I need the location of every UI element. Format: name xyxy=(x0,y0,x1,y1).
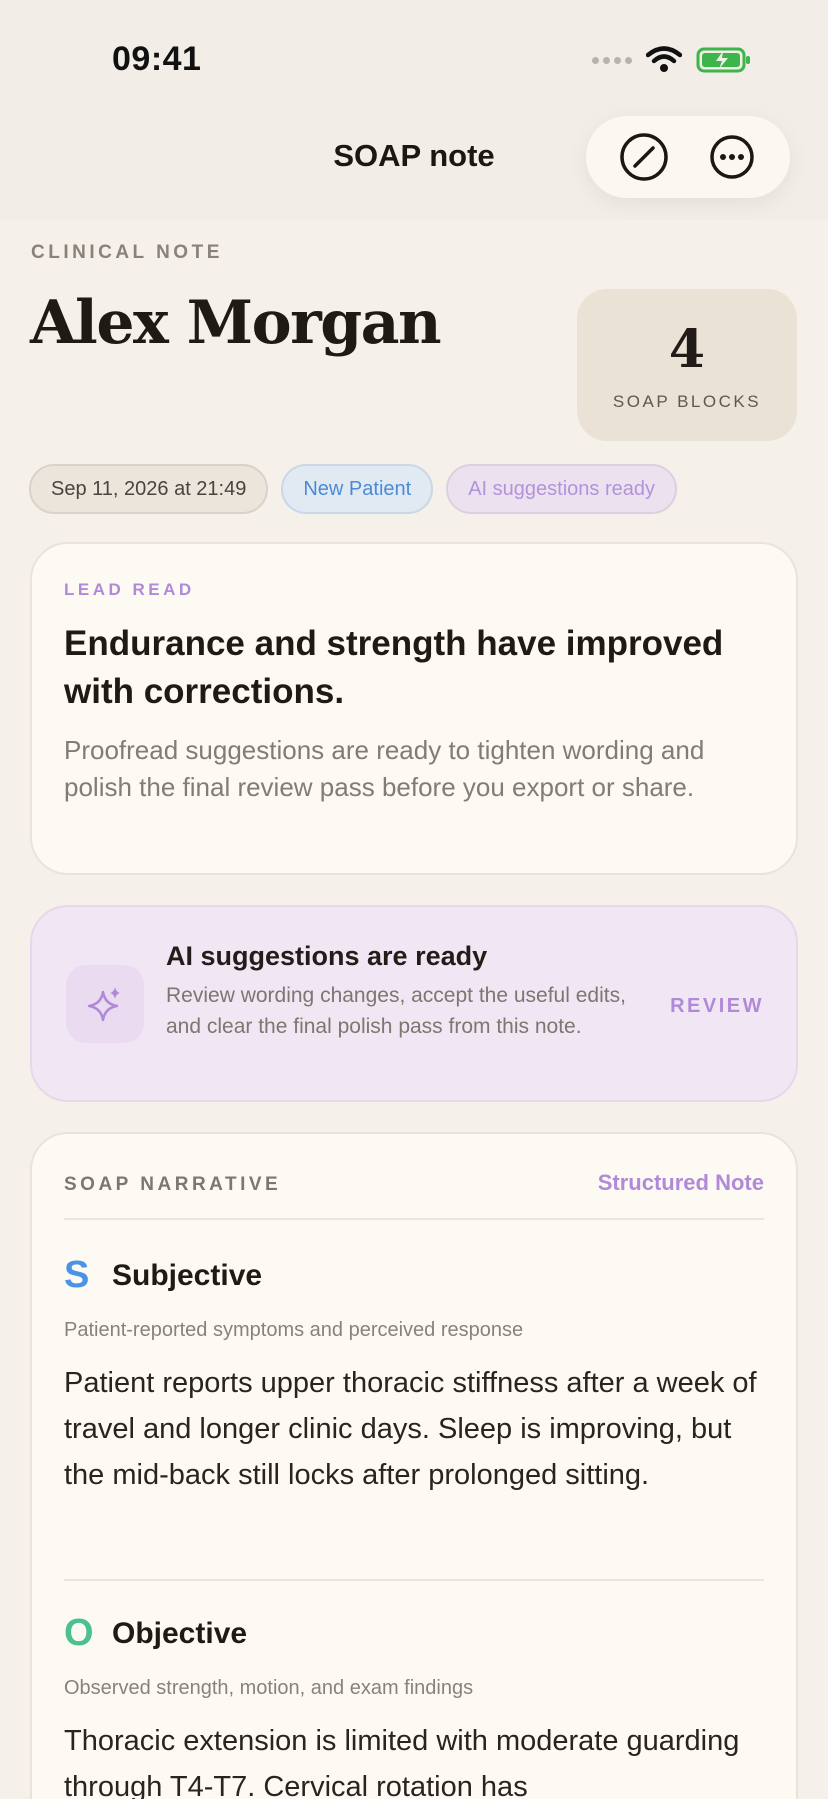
lead-body: Proofread suggestions are ready to tight… xyxy=(64,735,705,802)
soap-header: SOAP NARRATIVE Structured Note xyxy=(64,1170,764,1220)
status-icons xyxy=(592,44,752,76)
status-time: 09:41 xyxy=(112,40,202,78)
section-title: Objective xyxy=(112,1616,248,1650)
section-header: S Subjective xyxy=(64,1254,764,1297)
soap-section-objective[interactable]: O Objective Observed strength, motion, a… xyxy=(64,1612,764,1799)
section-divider xyxy=(64,1579,764,1581)
soap-blocks-label: SOAP BLOCKS xyxy=(612,391,762,411)
ellipsis-circle-icon xyxy=(710,135,754,179)
section-letter: S xyxy=(64,1254,90,1296)
ai-icon-tile xyxy=(66,965,144,1043)
ai-banner-body: Review wording changes, accept the usefu… xyxy=(166,984,626,1038)
ai-banner-title: AI suggestions are ready xyxy=(166,941,488,971)
note-chips: Sep 11, 2026 at 21:49 New Patient AI sug… xyxy=(29,464,677,514)
section-letter: O xyxy=(64,1612,94,1654)
section-subtitle: Observed strength, motion, and exam find… xyxy=(64,1677,474,1699)
nav-actions-pill xyxy=(586,116,790,198)
soap-blocks-counter: 4 SOAP BLOCKS xyxy=(577,289,797,441)
soap-narrative-card: SOAP NARRATIVE Structured Note S Subject… xyxy=(30,1132,798,1799)
section-body: Patient reports upper thoracic stiffness… xyxy=(64,1367,757,1491)
cellular-signal-icon xyxy=(592,56,632,64)
new-patient-chip[interactable]: New Patient xyxy=(281,464,434,514)
wifi-icon xyxy=(646,46,682,72)
more-button[interactable] xyxy=(702,127,762,187)
ai-suggestions-banner[interactable]: AI suggestions are ready Review wording … xyxy=(30,905,798,1102)
battery-charging-icon xyxy=(696,47,750,73)
section-subtitle: Patient-reported symptoms and perceived … xyxy=(64,1319,524,1341)
lead-title: Endurance and strength have improved wit… xyxy=(64,624,724,711)
section-header: O Objective xyxy=(64,1612,764,1655)
lead-eyebrow: LEAD READ xyxy=(64,580,195,599)
section-title: Subjective xyxy=(112,1258,263,1292)
section-body: Thoracic extension is limited with moder… xyxy=(64,1725,740,1799)
clinical-note-eyebrow: CLINICAL NOTE xyxy=(31,242,223,263)
pencil-icon xyxy=(620,133,668,181)
structured-note-link[interactable]: Structured Note xyxy=(598,1170,764,1196)
edit-button[interactable] xyxy=(614,127,674,187)
soap-eyebrow: SOAP NARRATIVE xyxy=(64,1174,282,1195)
soap-blocks-count: 4 xyxy=(668,318,706,380)
ai-suggestions-chip[interactable]: AI suggestions ready xyxy=(446,464,677,514)
date-chip[interactable]: Sep 11, 2026 at 21:49 xyxy=(29,464,269,514)
sparkles-icon xyxy=(87,987,120,1022)
lead-read-card: LEAD READ Endurance and strength have im… xyxy=(30,542,798,875)
soap-section-subjective[interactable]: S Subjective Patient-reported symptoms a… xyxy=(64,1254,764,1498)
patient-name: Alex Morgan xyxy=(30,288,442,358)
review-button[interactable]: REVIEW xyxy=(670,995,764,1018)
